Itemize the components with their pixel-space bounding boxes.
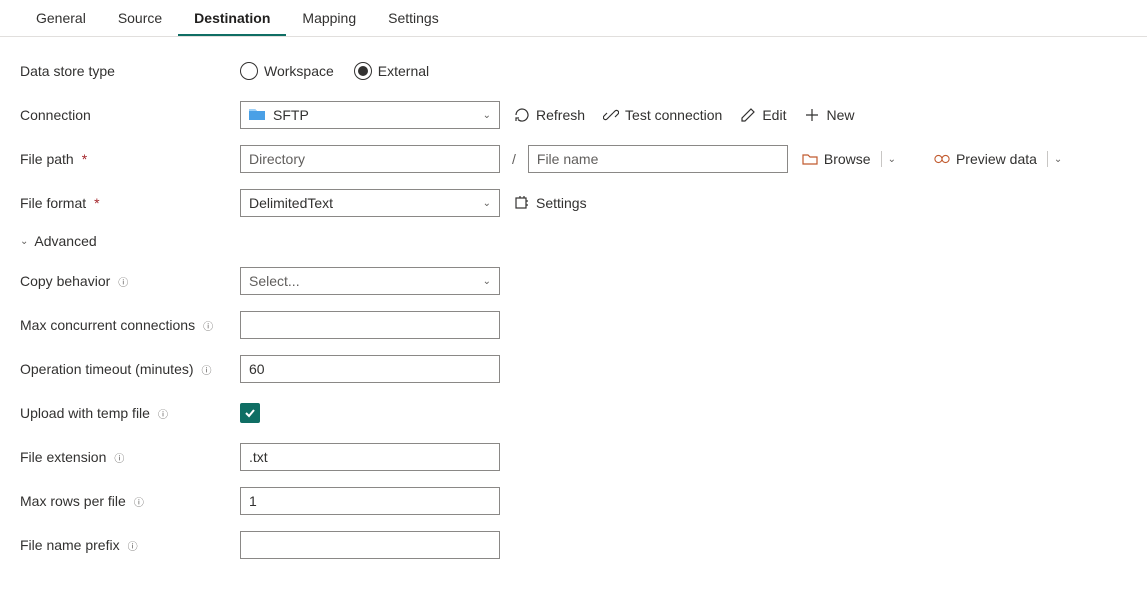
file-format-select[interactable]: DelimitedText ⌄ <box>240 189 500 217</box>
max-rows-input[interactable] <box>240 487 500 515</box>
preview-data-button[interactable]: Preview data ⌄ <box>930 149 1072 169</box>
label-copy-behavior: Copy behavior ⓘ <box>20 273 240 289</box>
row-upload-temp: Upload with temp file ⓘ <box>20 399 1127 427</box>
settings-icon <box>514 195 530 211</box>
tab-destination[interactable]: Destination <box>178 0 286 36</box>
label-file-path: File path* <box>20 151 240 167</box>
radio-group-data-store-type: Workspace External <box>240 62 429 80</box>
operation-timeout-input[interactable] <box>240 355 500 383</box>
row-copy-behavior: Copy behavior ⓘ Select... ⌄ <box>20 267 1127 295</box>
preview-icon <box>934 151 950 167</box>
browse-folder-icon <box>802 151 818 167</box>
row-file-format: File format* DelimitedText ⌄ Settings <box>20 189 1127 217</box>
label-file-prefix: File name prefix ⓘ <box>20 537 240 553</box>
chevron-down-icon: ⌄ <box>483 110 491 121</box>
test-connection-icon <box>603 107 619 123</box>
tab-source[interactable]: Source <box>102 0 178 36</box>
radio-external[interactable]: External <box>354 62 429 80</box>
edit-icon <box>740 107 756 123</box>
file-prefix-input[interactable] <box>240 531 500 559</box>
info-icon[interactable]: ⓘ <box>200 362 214 376</box>
info-icon[interactable]: ⓘ <box>201 318 215 332</box>
tab-settings[interactable]: Settings <box>372 0 455 36</box>
info-icon[interactable]: ⓘ <box>116 274 130 288</box>
connection-select[interactable]: SFTP ⌄ <box>240 101 500 129</box>
label-file-extension: File extension ⓘ <box>20 449 240 465</box>
label-upload-temp: Upload with temp file ⓘ <box>20 405 240 421</box>
file-path-filename-input[interactable] <box>528 145 788 173</box>
radio-workspace[interactable]: Workspace <box>240 62 334 80</box>
file-extension-input[interactable] <box>240 443 500 471</box>
browse-button[interactable]: Browse ⌄ <box>798 149 906 169</box>
row-connection: Connection SFTP ⌄ Refresh <box>20 101 1127 129</box>
file-format-value: DelimitedText <box>249 195 333 211</box>
label-data-store-type: Data store type <box>20 63 240 79</box>
copy-behavior-select[interactable]: Select... ⌄ <box>240 267 500 295</box>
info-icon[interactable]: ⓘ <box>156 406 170 420</box>
row-data-store-type: Data store type Workspace External <box>20 57 1127 85</box>
test-connection-button[interactable]: Test connection <box>599 105 726 125</box>
info-icon[interactable]: ⓘ <box>132 494 146 508</box>
tabs: General Source Destination Mapping Setti… <box>0 0 1147 37</box>
chevron-down-icon[interactable]: ⌄ <box>1047 151 1068 167</box>
radio-external-label: External <box>378 63 429 79</box>
chevron-down-icon[interactable]: ⌄ <box>881 151 902 167</box>
info-icon[interactable]: ⓘ <box>126 538 140 552</box>
tab-general[interactable]: General <box>20 0 102 36</box>
label-connection: Connection <box>20 107 240 123</box>
row-file-path: File path* / Browse ⌄ Preview data <box>20 145 1127 173</box>
plus-icon <box>804 107 820 123</box>
path-separator: / <box>512 151 516 167</box>
label-max-rows: Max rows per file ⓘ <box>20 493 240 509</box>
label-operation-timeout: Operation timeout (minutes) ⓘ <box>20 361 240 377</box>
connection-value: SFTP <box>273 107 309 123</box>
row-max-concurrent: Max concurrent connections ⓘ <box>20 311 1127 339</box>
label-file-format: File format* <box>20 195 240 211</box>
label-max-concurrent: Max concurrent connections ⓘ <box>20 317 240 333</box>
chevron-down-icon: ⌄ <box>20 236 28 247</box>
advanced-toggle[interactable]: ⌄ Advanced <box>20 233 1127 249</box>
row-max-rows: Max rows per file ⓘ <box>20 487 1127 515</box>
tab-mapping[interactable]: Mapping <box>286 0 372 36</box>
radio-circle-icon <box>354 62 372 80</box>
radio-workspace-label: Workspace <box>264 63 334 79</box>
new-button[interactable]: New <box>800 105 858 125</box>
refresh-icon <box>514 107 530 123</box>
radio-circle-icon <box>240 62 258 80</box>
file-path-directory-input[interactable] <box>240 145 500 173</box>
copy-behavior-placeholder: Select... <box>249 273 300 289</box>
chevron-down-icon: ⌄ <box>483 276 491 287</box>
info-icon[interactable]: ⓘ <box>112 450 126 464</box>
row-file-prefix: File name prefix ⓘ <box>20 531 1127 559</box>
format-settings-button[interactable]: Settings <box>510 193 591 213</box>
checkmark-icon <box>244 407 256 419</box>
refresh-button[interactable]: Refresh <box>510 105 589 125</box>
folder-icon <box>249 107 265 124</box>
upload-temp-checkbox[interactable] <box>240 403 260 423</box>
row-file-extension: File extension ⓘ <box>20 443 1127 471</box>
edit-button[interactable]: Edit <box>736 105 790 125</box>
chevron-down-icon: ⌄ <box>483 198 491 209</box>
row-operation-timeout: Operation timeout (minutes) ⓘ <box>20 355 1127 383</box>
max-concurrent-input[interactable] <box>240 311 500 339</box>
